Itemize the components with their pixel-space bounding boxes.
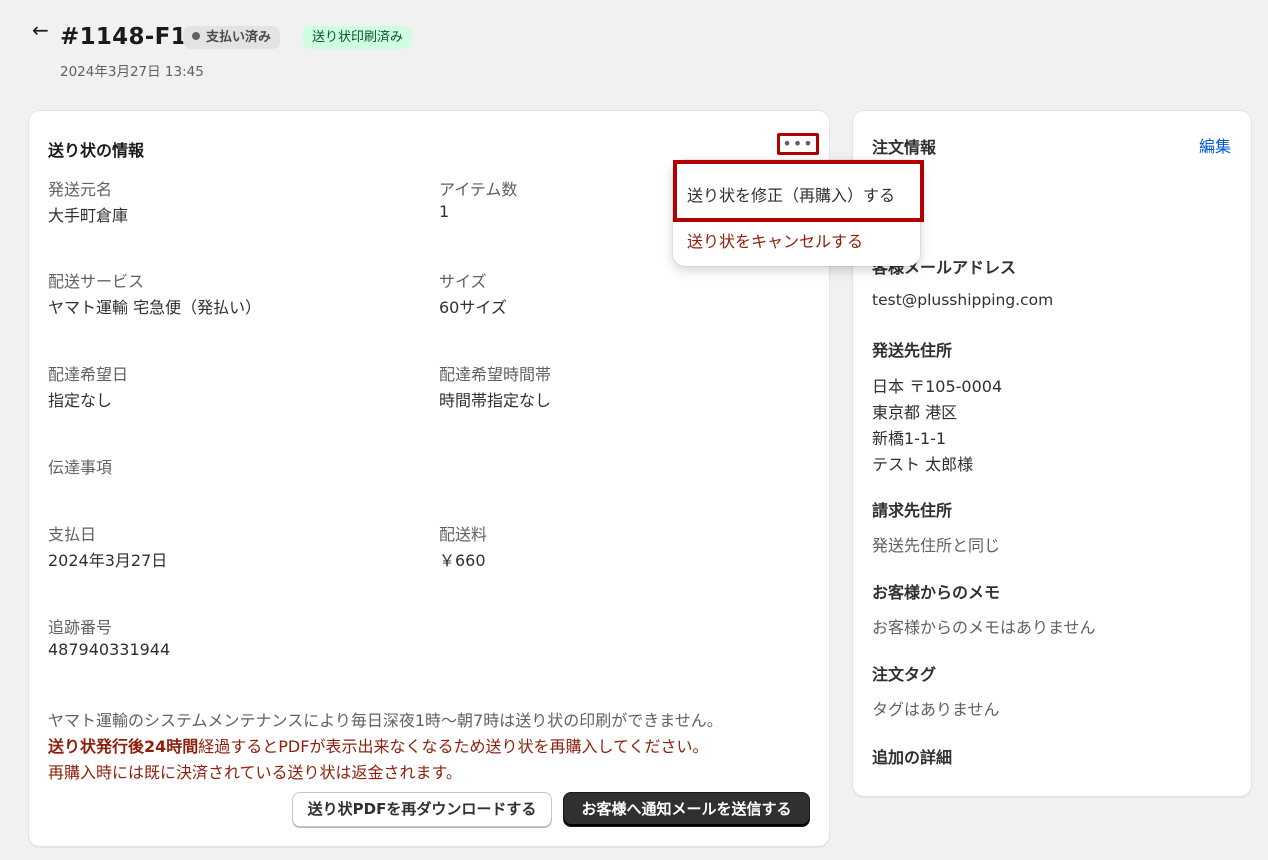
order-info-title: 注文情報 [872,138,937,157]
menu-item-modify-text: 送り状を修正（再購入）する [687,186,896,205]
shipping-fee-value: ￥660 [439,551,486,570]
delivery-time-label: 配達希望時間帯 [439,365,552,384]
address-line: 日本 〒105-0004 [872,377,1003,396]
address-line: 新橋1-1-1 [872,429,947,448]
email-value: test@plusshipping.com [872,291,1054,309]
pdf-expiry-emphasis: 送り状発行後24時間 [48,737,199,756]
billing-address-value: 発送先住所と同じ [872,536,1001,555]
tracking-label: 追跡番号 [48,618,113,637]
order-tags-label: 注文タグ [872,665,937,684]
send-notification-button[interactable]: お客様へ通知メールを送信する [563,792,810,827]
delivery-time-value: 時間帯指定なし [439,391,552,410]
shipping-label-title: 送り状の情報 [48,141,145,160]
address-line: 東京都 港区 [872,403,958,422]
order-tags-value: タグはありません [872,700,1000,719]
customer-memo-value: お客様からのメモはありません [872,618,1096,637]
edit-link[interactable]: 編集 [1199,133,1231,157]
additional-details-label: 追加の詳細 [872,748,953,767]
menu-item-modify-label[interactable]: 送り状を修正（再購入）する [673,160,924,222]
size-value: 60サイズ [439,298,507,317]
payment-date-value: 2024年3月27日 [48,551,168,570]
billing-address-label: 請求先住所 [872,501,953,520]
payment-date-label: 支払日 [48,525,97,544]
address-line: テスト 太郎様 [872,455,974,474]
refund-notice: 再購入時には既に決済されている送り状は返金されます。 [48,763,462,782]
delivery-date-label: 配達希望日 [48,365,129,384]
payment-status-badge: 支払い済み [183,26,281,49]
menu-item-cancel-label[interactable]: 送り状をキャンセルする [687,228,863,252]
label-printed-badge: 送り状印刷済み [303,26,413,49]
customer-memo-label: お客様からのメモ [872,583,1001,602]
order-number: #1148-F1 [60,24,187,50]
redownload-pdf-button[interactable]: 送り状PDFを再ダウンロードする [292,792,552,827]
size-label: サイズ [439,272,487,291]
service-label: 配送サービス [48,272,145,291]
sender-label: 発送元名 [48,180,113,199]
order-date: 2024年3月27日 13:45 [60,64,204,80]
item-count-label: アイテム数 [439,180,518,199]
actions-popover: 送り状を修正（再購入）する 送り状をキャンセルする [673,160,924,266]
message-label: 伝達事項 [48,458,113,477]
shipping-fee-label: 配送料 [439,525,488,544]
tracking-number: 487940331944 [48,640,171,659]
maintenance-notice: ヤマト運輸のシステムメンテナンスにより毎日深夜1時～朝7時は送り状の印刷ができま… [48,711,723,730]
payment-status-label: 支払い済み [206,30,272,45]
status-dot-icon [192,32,200,40]
sender-value: 大手町倉庫 [48,206,129,225]
back-arrow-icon[interactable]: ← [32,18,49,42]
more-actions-button[interactable]: ••• [777,133,819,155]
service-value: ヤマト運輸 宅急便（発払い） [48,298,262,317]
pdf-expiry-text: 経過するとPDFが表示出来なくなるため送り状を再購入してください。 [198,737,709,756]
delivery-date-value: 指定なし [48,391,113,410]
more-dots-icon: ••• [782,134,814,153]
item-count-value: 1 [439,202,450,221]
pdf-expiry-warning: 送り状発行後24時間経過するとPDFが表示出来なくなるため送り状を再購入してくだ… [48,733,709,757]
shipping-address-label: 発送先住所 [872,341,953,360]
